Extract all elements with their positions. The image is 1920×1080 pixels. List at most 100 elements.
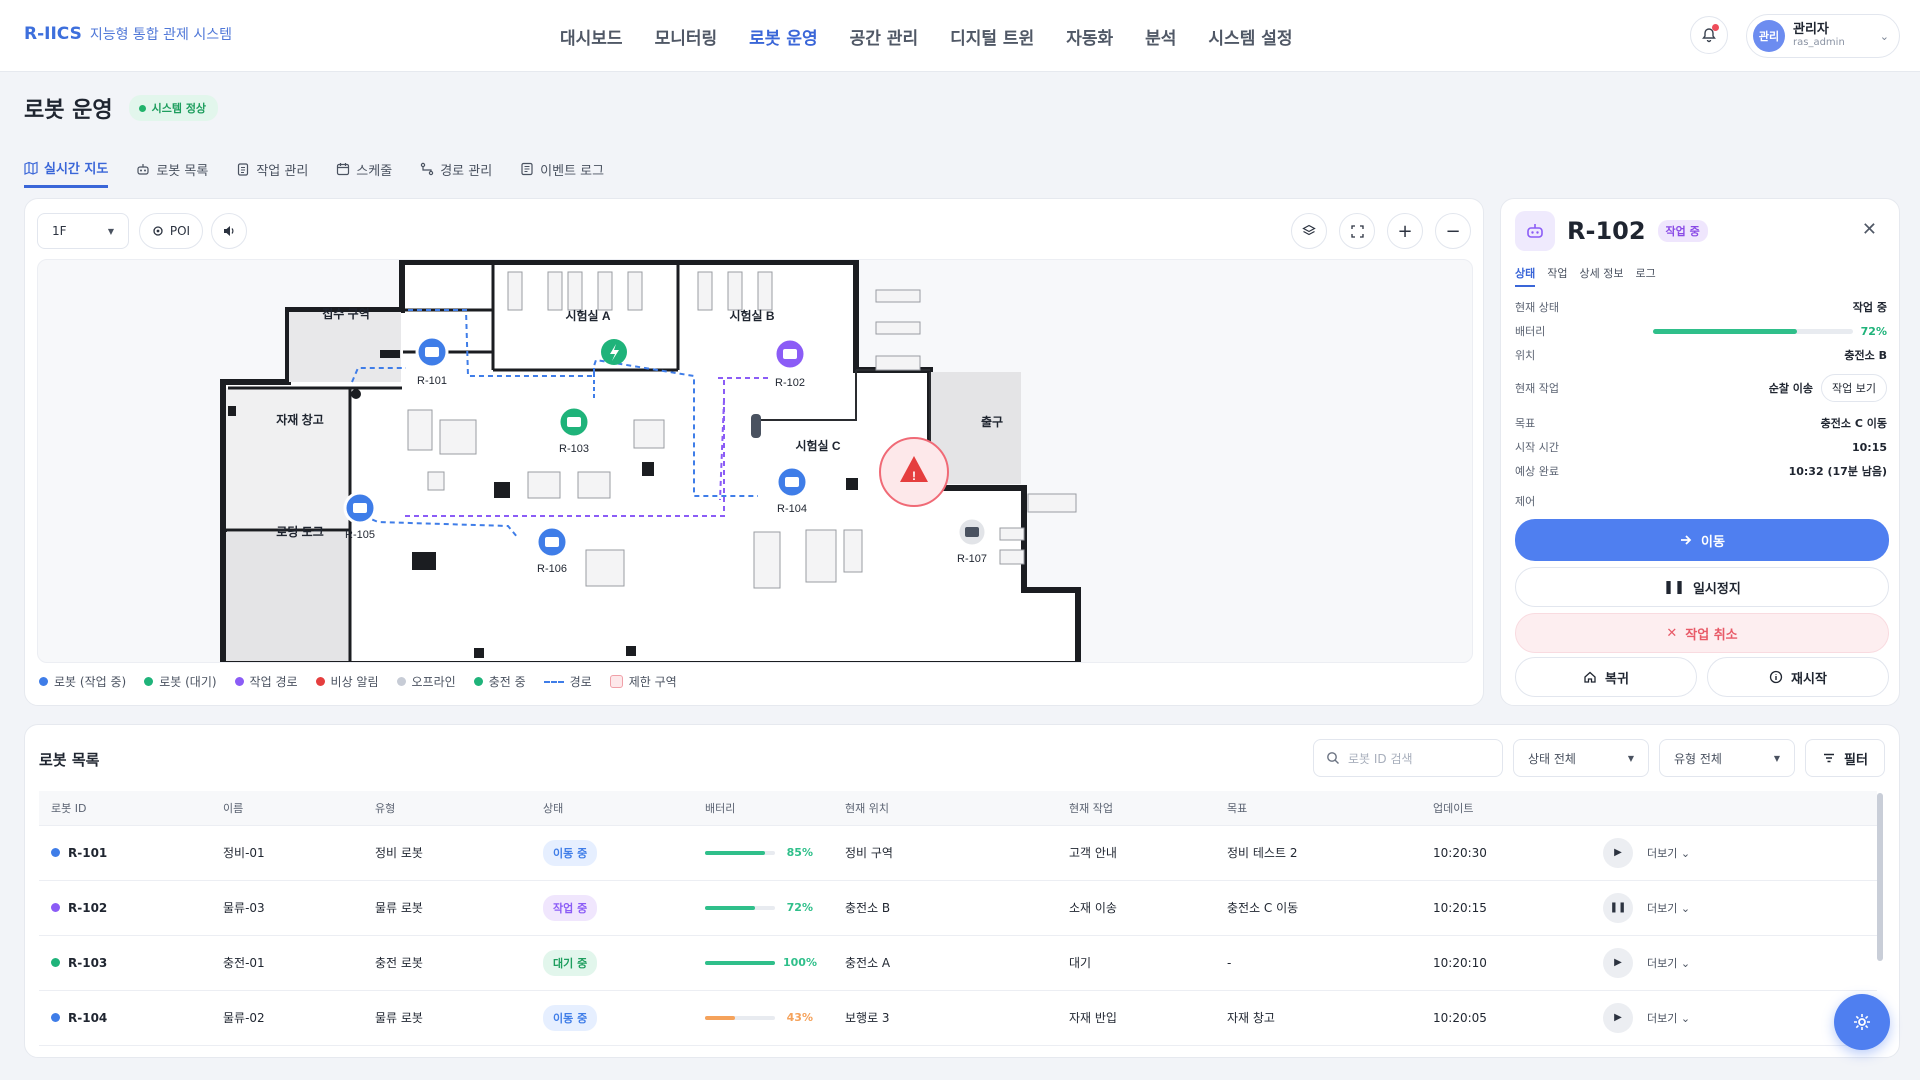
column-header[interactable]: 현재 작업 xyxy=(1057,791,1215,826)
column-header[interactable]: 현재 위치 xyxy=(833,791,1057,826)
pause-button[interactable]: ❚❚ xyxy=(1603,892,1633,923)
cell-battery: 43% xyxy=(693,990,833,1046)
cell-battery: 100% xyxy=(693,935,833,991)
tab-event-log-label: 이벤트 로그 xyxy=(540,163,605,179)
cell-actions: ▶ 더보기 ⌄ xyxy=(1591,935,1877,991)
table-scrollbar[interactable] xyxy=(1877,793,1883,961)
tab-live-map[interactable]: 실시간 지도 xyxy=(24,150,109,188)
tab-robot-list[interactable]: 로봇 목록 xyxy=(136,150,208,188)
nav-settings[interactable]: 시스템 설정 xyxy=(1208,24,1292,49)
floor-plan: ! 접수 구역 시험실 A 시험실 B 자재 창고 시험실 C 출구 로딩 도크… xyxy=(220,260,1081,662)
filter-button[interactable]: 필터 xyxy=(1805,739,1885,777)
column-header[interactable]: 업데이트 xyxy=(1421,791,1591,826)
nav-digital-twin[interactable]: 디지털 트윈 xyxy=(950,24,1034,49)
user-menu[interactable]: 관리 관리자 ras_admin ⌄ xyxy=(1746,14,1900,58)
row-label: 배터리 xyxy=(1515,325,1546,338)
robot-detail-panel: R-102 작업 중 ✕ 상태 작업 상세 정보 로그 현재 상태 작업 중 배터… xyxy=(1500,198,1900,706)
user-id: ras_admin xyxy=(1793,37,1845,48)
chevron-down-icon: ⌄ xyxy=(1879,29,1889,43)
column-header[interactable]: 목표 xyxy=(1215,791,1421,826)
detail-tab-info[interactable]: 상세 정보 xyxy=(1580,265,1624,287)
column-header[interactable]: 배터리 xyxy=(693,791,833,826)
home-button[interactable]: 복귀 xyxy=(1515,657,1697,697)
close-icon[interactable]: ✕ xyxy=(1862,219,1877,240)
battery-value: 72% xyxy=(1860,324,1887,338)
pause-icon: ❚❚ xyxy=(1609,902,1627,913)
detail-tabs: 상태 작업 상세 정보 로그 xyxy=(1515,265,1656,287)
floor-map[interactable]: ! 접수 구역 시험실 A 시험실 B 자재 창고 시험실 C 출구 로딩 도크… xyxy=(37,259,1473,663)
pause-button[interactable]: ❚❚ 일시정지 xyxy=(1515,567,1889,607)
tab-schedule[interactable]: 스케줄 xyxy=(336,150,392,188)
calendar-icon xyxy=(337,163,350,176)
nav-analytics[interactable]: 분석 xyxy=(1145,24,1176,49)
main-nav: 대시보드 모니터링 로봇 운영 공간 관리 디지털 트윈 자동화 분석 시스템 … xyxy=(560,0,1293,72)
brand[interactable]: R-IICS 지능형 통합 관제 시스템 xyxy=(24,24,232,44)
detail-tab-task[interactable]: 작업 xyxy=(1547,265,1567,287)
play-button[interactable]: ▶ xyxy=(1603,837,1633,868)
svg-text:R-104: R-104 xyxy=(777,503,807,515)
nav-monitoring[interactable]: 모니터링 xyxy=(655,24,718,49)
view-task-button[interactable]: 작업 보기 xyxy=(1821,374,1887,402)
map-legend: 로봇 (작업 중) 로봇 (대기) 작업 경로 비상 알림 오프라인 충전 중 … xyxy=(39,673,677,690)
table-row[interactable]: R-101 정비-01 정비 로봇 이동 중 85% 정비 구역 고객 안내 정… xyxy=(39,825,1877,881)
cell-status: 이동 중 xyxy=(531,990,693,1046)
nav-automation[interactable]: 자동화 xyxy=(1066,24,1113,49)
svg-text:R-105: R-105 xyxy=(345,529,375,541)
zoom-out-button[interactable]: − xyxy=(1435,213,1471,249)
column-header[interactable]: 로봇 ID xyxy=(39,791,211,826)
tab-event-log[interactable]: 이벤트 로그 xyxy=(520,150,604,188)
table-row[interactable]: R-104 물류-02 물류 로봇 이동 중 43% 보행로 3 자재 반입 자… xyxy=(39,990,1877,1046)
more-dropdown[interactable]: 더보기 ⌄ xyxy=(1647,845,1690,861)
table-row[interactable]: R-103 충전-01 충전 로봇 대기 중 100% 충전소 A 대기 - 1… xyxy=(39,935,1877,991)
assistant-fab[interactable] xyxy=(1834,994,1890,1050)
nav-robot-ops[interactable]: 로봇 운영 xyxy=(749,24,817,49)
cancel-task-button[interactable]: ✕ 작업 취소 xyxy=(1515,613,1889,653)
column-header[interactable]: 유형 xyxy=(363,791,531,826)
type-filter-select[interactable]: 유형 전체 ▼ xyxy=(1659,739,1795,777)
detail-tab-log[interactable]: 로그 xyxy=(1635,265,1655,287)
map-icon xyxy=(24,161,38,175)
sound-button[interactable] xyxy=(211,213,247,249)
legend-item: 제한 구역 xyxy=(609,673,677,690)
floor-select[interactable]: 1F ▼ xyxy=(37,213,129,249)
layers-button[interactable] xyxy=(1291,213,1327,249)
more-label: 더보기 xyxy=(1647,901,1678,915)
more-dropdown[interactable]: 더보기 ⌄ xyxy=(1647,900,1690,916)
cell-goal: 자재 창고 xyxy=(1215,990,1421,1046)
plus-icon: + xyxy=(1397,220,1413,242)
move-button[interactable]: 이동 xyxy=(1515,519,1889,561)
robot-marker-r106: R-106 xyxy=(535,525,569,575)
detail-tab-status[interactable]: 상태 xyxy=(1515,265,1536,287)
robot-search-input[interactable]: 로봇 ID 검색 xyxy=(1313,739,1503,777)
caret-down-icon: ▼ xyxy=(1773,753,1780,763)
minus-icon: − xyxy=(1445,220,1461,242)
nav-space[interactable]: 공간 관리 xyxy=(850,24,918,49)
nav-dashboard[interactable]: 대시보드 xyxy=(560,24,623,49)
table-header-row: 로봇 ID 이름 유형 상태 배터리 현재 위치 현재 작업 목표 업데이트 xyxy=(39,791,1877,826)
play-icon: ▶ xyxy=(1614,957,1622,968)
tab-task-management[interactable]: 작업 관리 xyxy=(236,150,308,188)
more-dropdown[interactable]: 더보기 ⌄ xyxy=(1647,955,1690,971)
more-dropdown[interactable]: 더보기 ⌄ xyxy=(1647,1010,1690,1026)
tab-route-management[interactable]: 경로 관리 xyxy=(420,150,492,188)
battery-value: 85% xyxy=(786,846,813,859)
room-label-lab-c: 시험실 C xyxy=(795,438,840,453)
zoom-in-button[interactable]: + xyxy=(1387,213,1423,249)
svg-text:R-101: R-101 xyxy=(417,375,447,387)
row-label: 위치 xyxy=(1515,349,1536,362)
play-button[interactable]: ▶ xyxy=(1603,947,1633,978)
table-row[interactable]: R-102 물류-03 물류 로봇 작업 중 72% 충전소 B 소재 이송 충… xyxy=(39,880,1877,936)
column-header[interactable]: 상태 xyxy=(531,791,693,826)
status-filter-select[interactable]: 상태 전체 ▼ xyxy=(1513,739,1649,777)
play-button[interactable]: ▶ xyxy=(1603,1002,1633,1033)
cell-status: 작업 중 xyxy=(531,880,693,936)
fullscreen-button[interactable] xyxy=(1339,213,1375,249)
legend-item: 오프라인 xyxy=(396,673,456,690)
poi-toggle[interactable]: POI xyxy=(139,213,203,249)
cell-name: 정비-01 xyxy=(211,825,363,881)
cell-actions: ▶ 더보기 ⌄ xyxy=(1591,825,1877,881)
restart-button[interactable]: 재시작 xyxy=(1707,657,1889,697)
notification-button[interactable] xyxy=(1690,16,1728,54)
column-header[interactable]: 이름 xyxy=(211,791,363,826)
cell-id: R-101 xyxy=(39,825,211,881)
